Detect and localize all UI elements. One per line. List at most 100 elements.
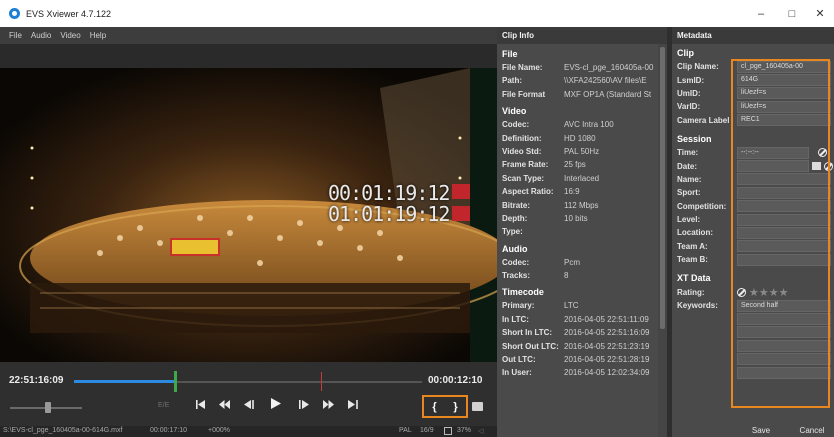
clip-info-row: Definition: HD 1080 bbox=[497, 132, 658, 145]
star-icon[interactable]: ★ bbox=[749, 287, 759, 299]
step-back-icon[interactable] bbox=[241, 398, 257, 416]
menu-audio[interactable]: Audio bbox=[31, 31, 51, 40]
metadata-clip-row: Clip Name: cl_pge_160405a-00 bbox=[672, 60, 834, 73]
date-field[interactable] bbox=[737, 160, 809, 173]
metadata-clip-field[interactable]: cl_pge_160405a-00 bbox=[737, 60, 831, 73]
timecode-badge-1 bbox=[452, 184, 470, 199]
clip-info-section-title: Timecode bbox=[502, 287, 544, 298]
clip-info-key: Short Out LTC: bbox=[502, 341, 559, 351]
session-label: Sport: bbox=[677, 188, 701, 198]
keyword-field[interactable] bbox=[737, 326, 831, 339]
keyword-field[interactable] bbox=[737, 366, 831, 379]
mark-in-button[interactable]: { bbox=[432, 401, 436, 413]
keyword-field[interactable]: Second half bbox=[737, 299, 831, 312]
star-icon[interactable]: ★ bbox=[769, 287, 779, 299]
play-icon[interactable] bbox=[268, 398, 284, 416]
clip-info-value: 2016-04-05 12:02:34:09 bbox=[564, 368, 650, 378]
session-time-row: Time: --:--:-- bbox=[672, 146, 834, 159]
metadata-clip-field[interactable]: liUezf=s bbox=[737, 87, 831, 100]
session-field[interactable] bbox=[737, 253, 831, 266]
clear-time-icon[interactable] bbox=[818, 148, 827, 158]
clear-date-icon[interactable] bbox=[824, 161, 833, 171]
minimize-button[interactable]: – bbox=[747, 4, 775, 24]
volume-slider-handle[interactable] bbox=[45, 402, 51, 413]
session-label: Level: bbox=[677, 215, 701, 225]
clear-rating-icon[interactable] bbox=[737, 287, 746, 297]
keyword-field[interactable] bbox=[737, 339, 831, 352]
clip-info-row: Aspect Ratio: 16:9 bbox=[497, 185, 658, 198]
clip-info-row: In LTC: 2016-04-05 22:51:11:09 bbox=[497, 313, 658, 326]
star-icon[interactable]: ★ bbox=[759, 287, 769, 299]
goto-start-icon[interactable] bbox=[193, 398, 209, 416]
rating-row: Rating: ★★★★ bbox=[672, 285, 834, 299]
title-bar: EVS Xviewer 4.7.122 – □ ✕ bbox=[0, 0, 834, 27]
menu-file[interactable]: File bbox=[9, 31, 22, 40]
close-button[interactable]: ✕ bbox=[806, 4, 834, 24]
clip-info-key: Scan Type: bbox=[502, 173, 545, 183]
session-label: Name: bbox=[677, 174, 702, 184]
fast-forward-icon[interactable] bbox=[320, 398, 336, 416]
out-point-marker[interactable] bbox=[321, 372, 322, 391]
metadata-clip-field[interactable]: liUezf=s bbox=[737, 100, 831, 113]
metadata-clip-field[interactable]: REC1 bbox=[737, 114, 831, 127]
playhead-marker[interactable] bbox=[174, 371, 177, 392]
ee-label: E/E bbox=[158, 402, 170, 409]
clip-info-value: 25 fps bbox=[564, 160, 586, 170]
clip-info-key: Codec: bbox=[502, 257, 530, 267]
zoom-fit-icon[interactable] bbox=[444, 427, 452, 435]
metadata-clip-section: Clip bbox=[677, 48, 694, 58]
metadata-xt-section: XT Data bbox=[677, 273, 711, 284]
session-field[interactable] bbox=[737, 200, 831, 213]
mark-in-out-group: { } bbox=[422, 395, 468, 418]
menu-help[interactable]: Help bbox=[90, 31, 106, 40]
session-field[interactable] bbox=[737, 240, 831, 253]
clip-info-key: Type: bbox=[502, 227, 523, 237]
session-row: Team B: bbox=[672, 253, 834, 266]
keyword-row bbox=[672, 352, 834, 366]
clip-info-value: 16:9 bbox=[564, 187, 580, 197]
clip-info-row: In User: 2016-04-05 12:02:34:09 bbox=[497, 366, 658, 379]
calendar-icon[interactable] bbox=[812, 162, 821, 171]
save-button[interactable]: Save bbox=[741, 424, 781, 437]
metadata-clip-key: UmID: bbox=[677, 88, 701, 98]
clip-info-value: LTC bbox=[564, 301, 579, 311]
rewind-icon[interactable] bbox=[216, 398, 232, 416]
rating-stars[interactable]: ★★★★ bbox=[749, 286, 789, 299]
clip-info-key: Aspect Ratio: bbox=[502, 187, 554, 197]
time-field[interactable]: --:--:-- bbox=[737, 146, 809, 159]
clip-info-scrollbar[interactable] bbox=[658, 44, 667, 437]
video-viewport[interactable]: 00:01:19:12 01:01:19:12 bbox=[0, 44, 497, 362]
clip-info-row: File Name: EVS-cl_pge_160405a-00 bbox=[497, 61, 658, 74]
mark-out-button[interactable]: } bbox=[453, 401, 457, 413]
clip-info-row: Codec: AVC Intra 100 bbox=[497, 118, 658, 131]
session-field[interactable] bbox=[737, 213, 831, 226]
session-field[interactable] bbox=[737, 186, 831, 199]
duration-timecode: 00:00:12:10 bbox=[428, 375, 483, 386]
clip-info-panel: Clip Info File File Name: EVS-cl_pge_16040… bbox=[497, 27, 667, 437]
session-field[interactable] bbox=[737, 173, 831, 186]
snapshot-icon[interactable] bbox=[472, 402, 483, 411]
clip-info-value: 10 bits bbox=[564, 213, 588, 223]
menu-video[interactable]: Video bbox=[60, 31, 80, 40]
goto-end-icon[interactable] bbox=[345, 398, 361, 416]
keyword-field[interactable] bbox=[737, 353, 831, 366]
clip-info-row: Type: bbox=[497, 225, 658, 238]
step-forward-icon[interactable] bbox=[296, 398, 312, 416]
clip-info-row: Path: \\XFA242560\AV files\E bbox=[497, 74, 658, 87]
clip-info-key: Codec: bbox=[502, 120, 530, 130]
maximize-button[interactable]: □ bbox=[778, 4, 806, 24]
clip-info-section-title: Video bbox=[502, 106, 527, 117]
cancel-button[interactable]: Cancel bbox=[792, 424, 832, 437]
star-icon[interactable]: ★ bbox=[779, 287, 789, 299]
clip-info-section-title: Audio bbox=[502, 243, 528, 254]
status-duration: 00:00:17:10 bbox=[150, 427, 187, 434]
app-logo-icon bbox=[9, 8, 20, 19]
clip-info-row: Frame Rate: 25 fps bbox=[497, 158, 658, 171]
session-row: Team A: bbox=[672, 240, 834, 253]
session-field[interactable] bbox=[737, 226, 831, 239]
audio-mute-icon[interactable]: ◁ bbox=[478, 427, 483, 435]
session-row: Name: bbox=[672, 173, 834, 186]
metadata-clip-field[interactable]: 614G bbox=[737, 74, 831, 87]
clip-info-scroll-thumb[interactable] bbox=[660, 47, 665, 329]
keyword-field[interactable] bbox=[737, 312, 831, 325]
